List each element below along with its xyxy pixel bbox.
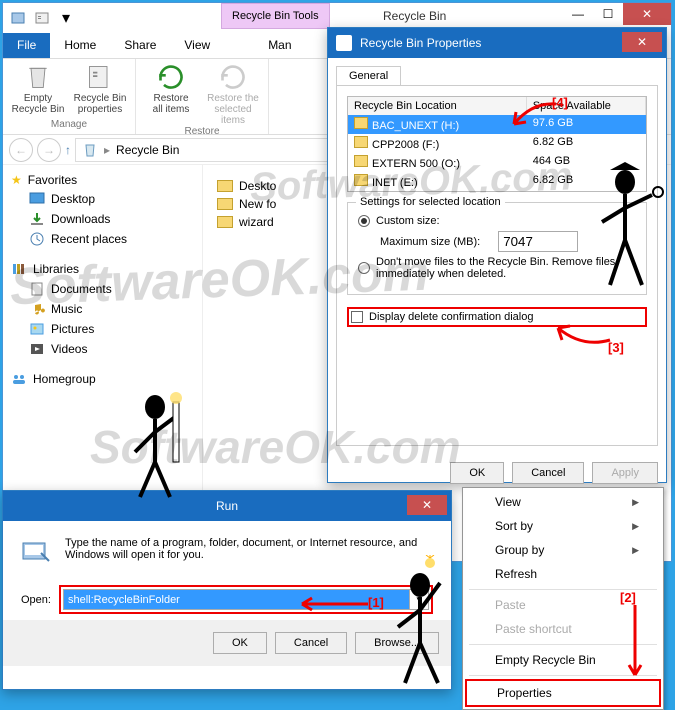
open-input[interactable] bbox=[63, 589, 411, 610]
browse-button[interactable]: Browse... bbox=[355, 632, 439, 654]
dialog-titlebar: Recycle Bin Properties ✕ bbox=[328, 28, 666, 58]
tab-file[interactable]: File bbox=[3, 33, 50, 58]
ctx-empty-recycle-bin[interactable]: Empty Recycle Bin bbox=[465, 648, 661, 672]
radio-icon bbox=[358, 262, 370, 274]
properties-dialog: Recycle Bin Properties ✕ General Recycle… bbox=[327, 27, 667, 483]
open-label: Open: bbox=[21, 594, 51, 606]
nav-downloads[interactable]: Downloads bbox=[9, 209, 196, 229]
table-row[interactable]: CPP2008 (F:)6.82 GB bbox=[348, 134, 646, 153]
drive-icon bbox=[354, 136, 368, 148]
ctx-properties[interactable]: Properties bbox=[465, 679, 661, 707]
tab-strip: General bbox=[336, 66, 658, 86]
chevron-right-icon: ▶ bbox=[632, 545, 639, 556]
chevron-right-icon: ▶ bbox=[632, 521, 639, 532]
tab-share[interactable]: Share bbox=[110, 33, 170, 58]
column-space[interactable]: Space Available bbox=[527, 97, 646, 115]
table-row[interactable]: EXTERN 500 (O:)464 GB bbox=[348, 153, 646, 172]
qat-props-icon[interactable] bbox=[31, 7, 53, 29]
folder-icon bbox=[217, 198, 233, 210]
drive-icon bbox=[354, 155, 368, 167]
window-title: Recycle Bin bbox=[383, 9, 446, 23]
nav-favorites-header[interactable]: ★Favorites bbox=[9, 171, 196, 189]
empty-recycle-bin-button[interactable]: Empty Recycle Bin bbox=[11, 63, 65, 119]
table-row[interactable]: INET (E:)6.82 GB bbox=[348, 172, 646, 191]
settings-group: Settings for selected location Custom si… bbox=[347, 202, 647, 295]
ribbon-group-manage: Manage bbox=[11, 119, 127, 130]
dialog-titlebar: Run ✕ bbox=[3, 491, 451, 521]
ctx-paste: Paste bbox=[465, 593, 661, 617]
recycle-bin-properties-button[interactable]: Recycle Bin properties bbox=[73, 63, 127, 119]
separator bbox=[469, 589, 657, 590]
nav-pictures[interactable]: Pictures bbox=[9, 319, 196, 339]
qat-icon[interactable] bbox=[7, 7, 29, 29]
max-size-input[interactable] bbox=[498, 231, 578, 252]
tab-view[interactable]: View bbox=[170, 33, 224, 58]
run-icon bbox=[21, 537, 53, 569]
ok-button[interactable]: OK bbox=[450, 462, 504, 484]
dropdown-icon[interactable]: ▾ bbox=[410, 589, 429, 610]
radio-icon bbox=[358, 215, 370, 227]
star-icon: ★ bbox=[11, 173, 22, 187]
nav-desktop[interactable]: Desktop bbox=[9, 189, 196, 209]
run-dialog: Run ✕ Type the name of a program, folder… bbox=[2, 490, 452, 690]
qat-dropdown-icon[interactable]: ▾ bbox=[55, 7, 77, 29]
checkbox-icon bbox=[351, 311, 363, 323]
maximize-button[interactable]: ☐ bbox=[593, 3, 623, 25]
minimize-button[interactable]: — bbox=[563, 3, 593, 25]
folder-icon bbox=[217, 180, 233, 192]
display-confirmation-checkbox[interactable]: Display delete confirmation dialog bbox=[347, 307, 647, 327]
nav-libraries-header[interactable]: Libraries bbox=[9, 259, 196, 279]
open-combobox-wrap: ▾ bbox=[59, 585, 433, 614]
ctx-view[interactable]: View▶ bbox=[465, 490, 661, 514]
quick-access-toolbar: ▾ bbox=[3, 7, 81, 29]
folder-icon bbox=[217, 216, 233, 228]
table-row[interactable]: BAC_UNEXT (H:)97.6 GB bbox=[348, 115, 646, 134]
apply-button: Apply bbox=[592, 462, 658, 484]
separator bbox=[469, 675, 657, 676]
drive-icon bbox=[354, 174, 368, 186]
drive-icon bbox=[354, 117, 368, 129]
chevron-right-icon: ▶ bbox=[632, 497, 639, 508]
restore-selected-button: Restore the selected items bbox=[206, 63, 260, 126]
locations-table: Recycle Bin Location Space Available BAC… bbox=[347, 96, 647, 192]
forward-button[interactable]: → bbox=[37, 138, 61, 162]
recycle-bin-icon bbox=[82, 142, 98, 158]
restore-all-button[interactable]: Restore all items bbox=[144, 63, 198, 126]
nav-recent[interactable]: Recent places bbox=[9, 229, 196, 249]
breadcrumb-label: Recycle Bin bbox=[116, 143, 179, 157]
context-menu: View▶ Sort by▶ Group by▶ Refresh Paste P… bbox=[462, 487, 664, 710]
close-button[interactable]: ✕ bbox=[623, 3, 671, 25]
close-button[interactable]: ✕ bbox=[407, 495, 447, 515]
run-description: Type the name of a program, folder, docu… bbox=[65, 537, 433, 569]
tab-home[interactable]: Home bbox=[50, 33, 110, 58]
ctx-paste-shortcut: Paste shortcut bbox=[465, 617, 661, 641]
cancel-button[interactable]: Cancel bbox=[512, 462, 584, 484]
ctx-sort[interactable]: Sort by▶ bbox=[465, 514, 661, 538]
ribbon-group-restore: Restore bbox=[144, 126, 260, 137]
separator bbox=[469, 644, 657, 645]
back-button[interactable]: ← bbox=[9, 138, 33, 162]
nav-videos[interactable]: Videos bbox=[9, 339, 196, 359]
tab-manage[interactable]: Man bbox=[254, 33, 305, 58]
radio-no-recycle[interactable]: Don't move files to the Recycle Bin. Rem… bbox=[358, 256, 636, 280]
ok-button[interactable]: OK bbox=[213, 632, 267, 654]
nav-homegroup[interactable]: Homegroup bbox=[9, 369, 196, 389]
ctx-refresh[interactable]: Refresh bbox=[465, 562, 661, 586]
tab-general[interactable]: General bbox=[336, 66, 401, 85]
nav-music[interactable]: Music bbox=[9, 299, 196, 319]
ctx-group[interactable]: Group by▶ bbox=[465, 538, 661, 562]
window-controls: — ☐ ✕ bbox=[563, 3, 671, 25]
column-location[interactable]: Recycle Bin Location bbox=[348, 97, 527, 115]
cancel-button[interactable]: Cancel bbox=[275, 632, 347, 654]
nav-documents[interactable]: Documents bbox=[9, 279, 196, 299]
recycle-bin-icon bbox=[336, 35, 352, 51]
radio-custom-size[interactable]: Custom size: bbox=[358, 215, 636, 227]
close-button[interactable]: ✕ bbox=[622, 32, 662, 52]
ribbon-contextual-tab[interactable]: Recycle Bin Tools bbox=[221, 3, 330, 29]
up-button[interactable]: ↑ bbox=[65, 143, 71, 157]
